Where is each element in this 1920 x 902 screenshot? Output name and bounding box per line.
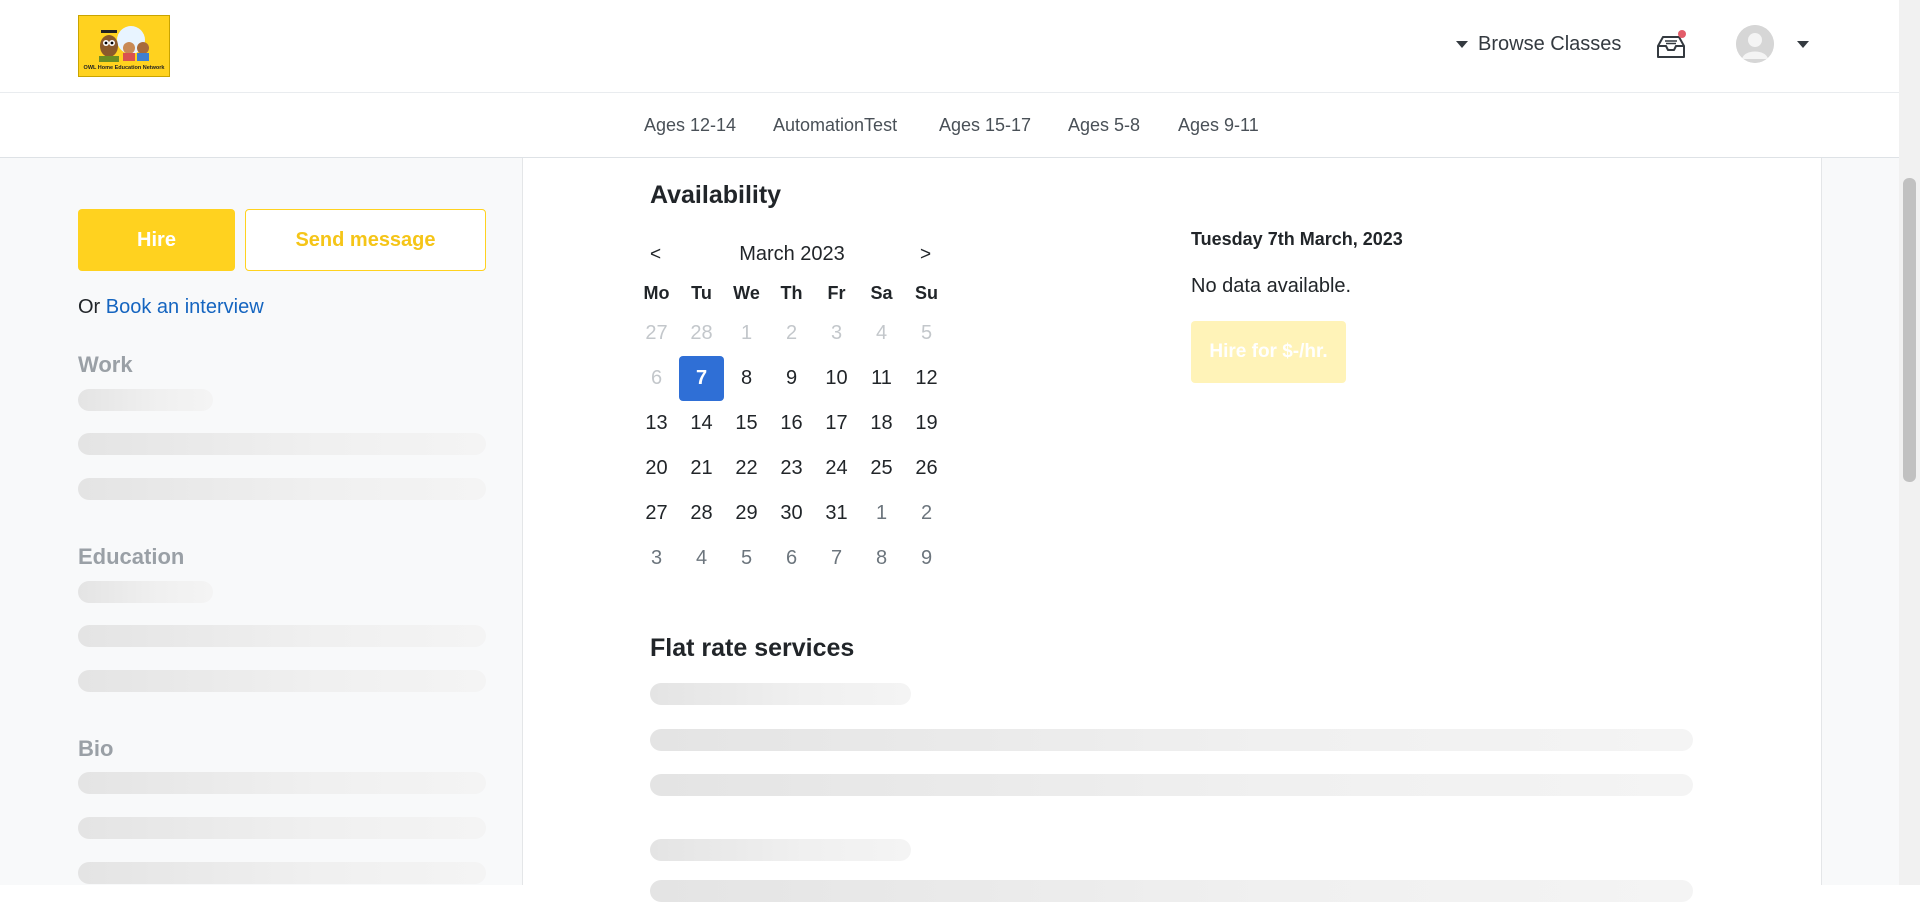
send-message-button[interactable]: Send message [245, 209, 486, 271]
calendar-day[interactable]: 9 [769, 356, 814, 401]
notification-dot [1678, 30, 1686, 38]
calendar-day[interactable]: 9 [904, 536, 949, 581]
calendar-day[interactable]: 26 [904, 446, 949, 491]
weekday-header: Sa [870, 283, 893, 303]
calendar-day[interactable]: 19 [904, 401, 949, 446]
loading-placeholder [78, 389, 213, 411]
calendar-day[interactable]: 16 [769, 401, 814, 446]
calendar-day[interactable]: 8 [859, 536, 904, 581]
loading-placeholder [78, 817, 486, 839]
logo-caption: OWL Home Education Network [83, 65, 165, 71]
availability-heading: Availability [650, 181, 782, 209]
calendar-day[interactable]: 20 [634, 446, 679, 491]
calendar-day[interactable]: 25 [859, 446, 904, 491]
calendar-day: 27 [645, 322, 668, 344]
right-gutter [1821, 158, 1899, 885]
loading-placeholder [650, 683, 911, 705]
calendar-day[interactable]: 21 [679, 446, 724, 491]
category-link[interactable]: Ages 9-11 [1178, 115, 1259, 136]
loading-placeholder [78, 862, 486, 884]
calendar-day[interactable]: 7 [814, 536, 859, 581]
hire-button[interactable]: Hire [78, 209, 235, 271]
inbox-icon[interactable] [1654, 30, 1688, 62]
calendar-day[interactable]: 6 [769, 536, 814, 581]
calendar-day[interactable]: 4 [679, 536, 724, 581]
hire-rate-button[interactable]: Hire for $-/hr. [1191, 321, 1346, 383]
weekday-header: Su [914, 283, 938, 303]
calendar-day[interactable]: 3 [634, 536, 679, 581]
calendar-day: 1 [740, 322, 753, 344]
category-link[interactable]: AutomationTest [773, 115, 897, 136]
calendar-day[interactable]: 11 [859, 356, 904, 401]
category-nav: Ages 12-14 AutomationTest Ages 15-17 Age… [0, 93, 1899, 158]
loading-placeholder [650, 774, 1693, 796]
loading-placeholder [78, 670, 486, 692]
calendar-day[interactable]: 5 [724, 536, 769, 581]
category-link[interactable]: Ages 15-17 [939, 115, 1031, 136]
calendar-day[interactable]: 28 [679, 491, 724, 536]
calendar-day[interactable]: 14 [679, 401, 724, 446]
user-avatar[interactable] [1736, 25, 1774, 63]
calendar-day[interactable]: 24 [814, 446, 859, 491]
calendar-day[interactable]: 27 [634, 491, 679, 536]
calendar-next-button[interactable]: > [920, 244, 931, 266]
or-text: Or [78, 296, 101, 318]
education-heading: Education [78, 544, 185, 569]
no-data-message: No data available. [1191, 275, 1352, 297]
browse-classes-label: Browse Classes [1478, 33, 1622, 55]
calendar-day: 3 [830, 322, 843, 344]
calendar-day[interactable]: 30 [769, 491, 814, 536]
loading-placeholder [78, 772, 486, 794]
calendar-day[interactable]: 10 [814, 356, 859, 401]
calendar-day[interactable]: 1 [859, 491, 904, 536]
weekday-header: We [733, 283, 760, 303]
calendar-day[interactable]: 12 [904, 356, 949, 401]
weekday-header: Mo [643, 283, 670, 303]
bio-heading: Bio [78, 736, 114, 761]
loading-placeholder [78, 625, 486, 647]
selected-date-title: Tuesday 7th March, 2023 [1191, 229, 1403, 249]
loading-placeholder [78, 433, 486, 455]
calendar-day[interactable]: 18 [859, 401, 904, 446]
calendar-day[interactable]: 17 [814, 401, 859, 446]
profile-sidebar: Hire Send message Or Book an interview W… [0, 158, 523, 885]
calendar-day[interactable]: 15 [724, 401, 769, 446]
weekday-header: Fr [827, 283, 846, 303]
calendar-prev-button[interactable]: < [650, 244, 661, 266]
calendar-day[interactable]: 31 [814, 491, 859, 536]
category-link[interactable]: Ages 5-8 [1068, 115, 1140, 136]
calendar-day: 2 [785, 322, 798, 344]
calendar-day[interactable]: 23 [769, 446, 814, 491]
weekday-header: Th [780, 283, 803, 303]
top-header: OWL Home Education Network Browse Classe… [0, 0, 1899, 93]
book-interview-link[interactable]: Book an interview [106, 296, 264, 318]
loading-placeholder [650, 729, 1693, 751]
browse-classes-menu[interactable]: Browse Classes [1456, 33, 1621, 56]
work-heading: Work [78, 352, 133, 377]
loading-placeholder [650, 880, 1693, 902]
owl-logo[interactable]: OWL Home Education Network [78, 15, 170, 77]
calendar-day[interactable]: 8 [724, 356, 769, 401]
calendar-day: 5 [920, 322, 933, 344]
loading-placeholder [78, 478, 486, 500]
calendar-day[interactable]: 2 [904, 491, 949, 536]
calendar-month-label: March 2023 [739, 243, 845, 265]
weekday-header: Tu [691, 283, 712, 303]
loading-placeholder [78, 581, 213, 603]
calendar-day[interactable]: 22 [724, 446, 769, 491]
scrollbar-thumb[interactable] [1903, 178, 1916, 482]
user-menu-caret-icon[interactable] [1797, 41, 1809, 48]
calendar-day-selected[interactable]: 7 [679, 356, 724, 401]
calendar-day: 28 [690, 322, 713, 344]
book-interview-line: Or Book an interview [78, 296, 264, 319]
calendar-day[interactable]: 29 [724, 491, 769, 536]
calendar-day[interactable]: 13 [634, 401, 679, 446]
caret-down-icon [1456, 41, 1468, 48]
calendar-day: 4 [875, 322, 888, 344]
category-link[interactable]: Ages 12-14 [644, 115, 736, 136]
calendar-day: 6 [650, 367, 663, 389]
flat-rate-heading: Flat rate services [650, 634, 855, 662]
loading-placeholder [650, 839, 911, 861]
